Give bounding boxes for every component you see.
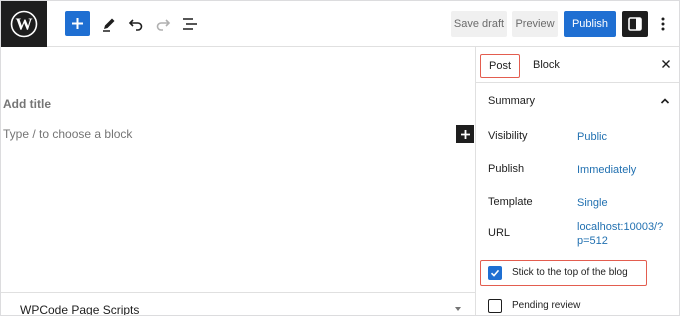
url-line-1: localhost:10003/?: [577, 221, 664, 233]
publish-value-link[interactable]: Immediately: [577, 163, 636, 177]
sticky-label[interactable]: Stick to the top of the blog: [512, 267, 628, 278]
more-options-icon[interactable]: [656, 13, 670, 35]
top-toolbar: W Save draft Preview Publish: [1, 1, 679, 47]
settings-sidebar: Post Block Summary Visibility Public Pub…: [475, 47, 679, 315]
visibility-value-link[interactable]: Public: [577, 130, 607, 144]
editor-canvas: Add title Type / to choose a block WPCod…: [1, 47, 475, 316]
undo-icon[interactable]: [125, 13, 147, 35]
preview-button[interactable]: Preview: [512, 11, 558, 37]
editor-window: W Save draft Preview Publish Add title T…: [0, 0, 680, 316]
plus-icon: [460, 129, 470, 139]
settings-toggle-button[interactable]: [622, 11, 648, 37]
inline-inserter-button[interactable]: [456, 125, 474, 143]
plus-icon: [72, 18, 83, 29]
list-view-icon[interactable]: [179, 13, 201, 35]
redo-icon[interactable]: [152, 13, 174, 35]
publish-button[interactable]: Publish: [564, 11, 616, 37]
metabox-title: WPCode Page Scripts: [20, 303, 140, 316]
pencil-icon[interactable]: [98, 13, 120, 35]
tab-block[interactable]: Block: [533, 59, 560, 71]
caret-down-icon[interactable]: [454, 305, 462, 313]
summary-panel-header[interactable]: Summary: [476, 83, 679, 119]
visibility-label: Visibility: [488, 130, 528, 142]
metabox-panel[interactable]: WPCode Page Scripts: [1, 292, 475, 316]
add-block-button[interactable]: [65, 11, 90, 36]
tab-post[interactable]: Post: [480, 54, 520, 78]
svg-text:W: W: [16, 15, 33, 34]
url-line-2: p=512: [577, 235, 608, 247]
post-title-placeholder[interactable]: Add title: [3, 97, 51, 111]
summary-title: Summary: [488, 95, 536, 107]
pending-review-label[interactable]: Pending review: [512, 300, 580, 311]
sidebar-tabs: Post Block: [476, 47, 679, 83]
pending-review-checkbox[interactable]: [488, 299, 502, 313]
url-label: URL: [488, 227, 511, 239]
block-placeholder[interactable]: Type / to choose a block: [3, 127, 132, 141]
wordpress-logo-icon[interactable]: W: [1, 1, 47, 47]
close-icon[interactable]: [659, 57, 673, 71]
publish-label: Publish: [488, 163, 525, 175]
save-draft-button[interactable]: Save draft: [451, 11, 507, 37]
template-label: Template: [488, 196, 533, 208]
url-value-link[interactable]: localhost:10003/? p=512: [577, 220, 663, 248]
template-value-link[interactable]: Single: [577, 196, 608, 210]
settings-icon: [628, 17, 642, 31]
chevron-up-icon: [660, 98, 670, 104]
sticky-checkbox[interactable]: [488, 266, 502, 280]
checkmark-icon: [490, 269, 500, 277]
